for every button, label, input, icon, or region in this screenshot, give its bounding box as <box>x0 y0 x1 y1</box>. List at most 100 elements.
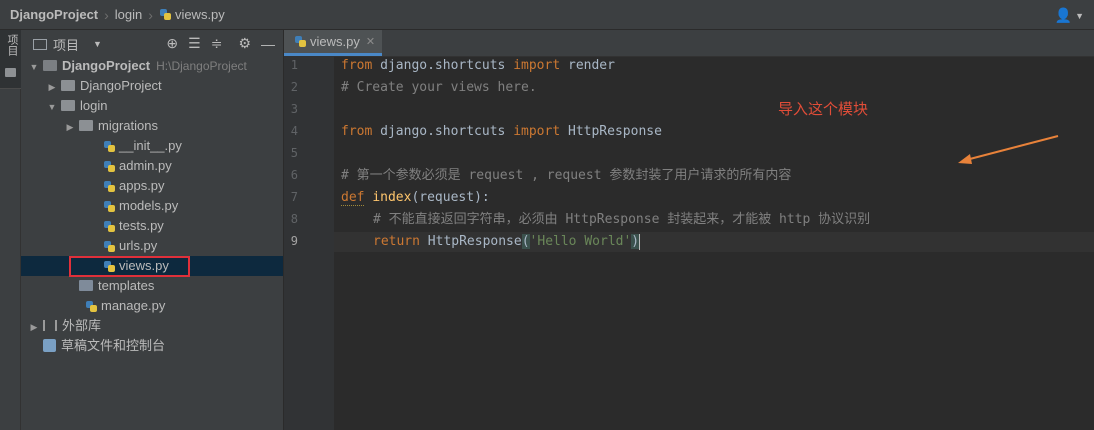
text-caret <box>639 233 641 250</box>
python-file-icon <box>103 180 116 193</box>
tree-item-label: admin.py <box>119 158 172 173</box>
folder-icon <box>61 80 75 92</box>
python-file-icon <box>103 220 116 233</box>
tree-item-urls-py[interactable]: urls.py <box>103 236 157 256</box>
project-panel-title[interactable]: 项目 <box>53 35 79 54</box>
tree-item-label: DjangoProject <box>80 78 162 93</box>
tree-item-label: manage.py <box>101 298 166 313</box>
tree-item-label: login <box>80 98 108 113</box>
code-line-1: from django.shortcuts import render <box>341 58 615 73</box>
hide-icon[interactable]: — <box>261 36 275 52</box>
line-number-gutter: 1 2 3 4 5 6 7 8 9 <box>284 56 334 430</box>
tree-item-migrations[interactable]: ▶ migrations <box>65 116 158 136</box>
tree-item-djangoproject-package[interactable]: ▶ DjangoProject <box>47 76 162 96</box>
tree-item-login[interactable]: ▼ login <box>47 96 108 117</box>
folder-icon <box>79 280 93 292</box>
code-area[interactable]: from django.shortcuts import render # Cr… <box>334 56 1094 430</box>
tree-item-external-libraries[interactable]: ▶ 外部库 <box>29 316 101 336</box>
python-file-icon <box>294 35 307 48</box>
line-number: 7 <box>290 190 298 204</box>
chevron-right-icon[interactable]: ▶ <box>47 77 57 97</box>
tree-item-label: 草稿文件和控制台 <box>61 338 166 353</box>
breadcrumb-separator-icon: › <box>148 6 153 23</box>
tree-item-admin-py[interactable]: admin.py <box>103 156 172 176</box>
code-line-4: from django.shortcuts import HttpRespons… <box>341 124 662 139</box>
folder-icon <box>33 38 47 50</box>
tree-item-djangoproject-root[interactable]: ▼ DjangoProject H:\DjangoProject <box>29 56 247 76</box>
navigation-bar: DjangoProject › login › views.py 👤 ▼ <box>0 0 1094 30</box>
line-number: 4 <box>290 124 298 138</box>
annotation-arrow <box>958 135 1059 164</box>
code-line-8: # 不能直接返回字符串，必须由 HttpResponse 封装起来，才能被 ht… <box>373 212 871 227</box>
selection-highlight-box <box>69 256 190 277</box>
project-panel: 项目 ▼ ⊕ ☰ ≑ ⚙ — ▼ DjangoProject H:\DjangoPr… <box>21 30 284 430</box>
tree-item-manage-py[interactable]: manage.py <box>85 296 165 316</box>
scratch-icon <box>43 339 56 353</box>
annotation-text: 导入这个模块 <box>778 101 869 118</box>
project-tool-tab[interactable]: 项目 <box>0 30 21 89</box>
line-number: 6 <box>290 168 298 182</box>
project-path-hint: H:\DjangoProject <box>156 59 247 73</box>
chevron-right-icon[interactable]: ▶ <box>65 117 75 137</box>
tree-item-tests-py[interactable]: tests.py <box>103 216 164 236</box>
tree-item-apps-py[interactable]: apps.py <box>103 176 165 196</box>
tree-item-models-py[interactable]: models.py <box>103 196 178 216</box>
code-line-9: return HttpResponse('Hello World') <box>373 233 641 250</box>
tree-item-templates[interactable]: templates <box>75 276 154 296</box>
locate-icon[interactable]: ⊕ <box>166 35 178 52</box>
breadcrumb-separator-icon: › <box>104 6 109 23</box>
breadcrumb-folder[interactable]: login <box>115 7 142 22</box>
tree-item-label: urls.py <box>119 238 158 253</box>
python-file-icon <box>103 140 116 153</box>
tree-item-label: apps.py <box>119 178 165 193</box>
tree-item-label: DjangoProject <box>62 58 151 73</box>
tree-item-label: __init__.py <box>119 138 182 153</box>
python-file-icon <box>159 8 172 21</box>
code-editor: views.py ✕ 1 2 3 4 5 6 7 8 9 from django… <box>284 30 1094 430</box>
chevron-down-icon: ▼ <box>1075 10 1084 21</box>
breadcrumb-file[interactable]: views.py <box>175 7 225 22</box>
folder-icon <box>43 60 57 72</box>
tree-item-label: templates <box>98 278 155 293</box>
tree-item-init-py[interactable]: __init__.py <box>103 136 182 156</box>
project-panel-header: 项目 ▼ ⊕ ☰ ≑ ⚙ — <box>21 30 283 58</box>
editor-tab-bar: views.py ✕ <box>284 30 1094 57</box>
chevron-right-icon[interactable]: ▶ <box>29 317 39 337</box>
python-file-icon <box>85 300 98 313</box>
tab-label: views.py <box>310 34 360 49</box>
python-file-icon <box>103 200 116 213</box>
tree-item-label: tests.py <box>119 218 164 233</box>
line-number: 2 <box>290 80 298 94</box>
chevron-down-icon[interactable]: ▼ <box>93 39 102 49</box>
code-line-6: # 第一个参数必须是 request , request 参数封装了用户请求的所… <box>341 168 792 183</box>
expand-all-icon[interactable]: ☰ <box>188 35 201 52</box>
chevron-down-icon[interactable]: ▼ <box>29 57 39 77</box>
user-menu-button[interactable]: 👤 ▼ <box>1055 7 1084 24</box>
python-file-icon <box>103 240 116 253</box>
folder-icon <box>79 120 93 132</box>
tab-views-py[interactable]: views.py ✕ <box>284 30 382 56</box>
code-line-7: def index(request): <box>341 190 490 206</box>
folder-icon <box>5 68 16 77</box>
tool-window-strip: 项目 <box>0 30 21 430</box>
library-icon <box>43 320 57 332</box>
line-number: 1 <box>290 58 298 72</box>
line-number: 3 <box>290 102 298 116</box>
project-tool-tab-label: 项目 <box>6 34 18 56</box>
user-icon: 👤 <box>1054 7 1073 23</box>
breadcrumb-project[interactable]: DjangoProject <box>10 7 98 22</box>
line-number: 5 <box>290 146 298 160</box>
tree-item-label: 外部库 <box>62 318 102 333</box>
tree-item-label: models.py <box>119 198 179 213</box>
python-file-icon <box>103 160 116 173</box>
close-icon[interactable]: ✕ <box>366 35 375 48</box>
folder-icon <box>61 100 75 112</box>
tree-item-label: migrations <box>98 118 158 133</box>
breadcrumb: DjangoProject › login › views.py <box>0 7 225 23</box>
chevron-down-icon[interactable]: ▼ <box>47 97 57 117</box>
settings-gear-icon[interactable]: ⚙ <box>238 35 251 52</box>
line-number: 8 <box>290 212 298 226</box>
line-number-current: 9 <box>290 234 298 248</box>
tree-item-scratches[interactable]: 草稿文件和控制台 <box>39 336 165 356</box>
collapse-all-icon[interactable]: ≑ <box>211 35 223 52</box>
